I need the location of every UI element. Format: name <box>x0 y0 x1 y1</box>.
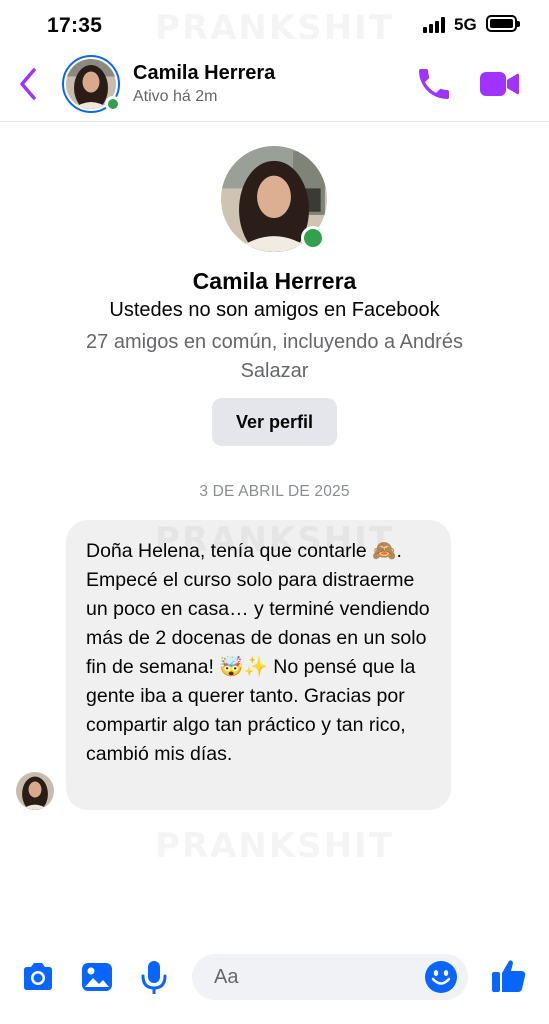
voice-message-button[interactable] <box>140 960 168 1001</box>
image-gallery-icon <box>82 963 112 991</box>
view-profile-button[interactable]: Ver perfil <box>212 398 337 446</box>
message-bubble[interactable]: Doña Helena, tenía que contarle 🙈. Empec… <box>66 520 451 810</box>
cellular-signal-icon <box>423 17 447 33</box>
battery-icon <box>486 15 520 32</box>
camera-button[interactable] <box>20 960 56 999</box>
watermark: PRANKSHIT <box>0 826 549 866</box>
emoji-button[interactable] <box>424 960 458 994</box>
like-button[interactable] <box>490 957 528 995</box>
video-call-button[interactable] <box>478 64 520 104</box>
online-status-dot <box>301 226 325 250</box>
mutual-friends: 27 amigos en común, incluyendo a Andrés … <box>86 331 463 382</box>
back-button[interactable] <box>12 64 46 104</box>
conversation-header: Camila Herrera Ativo há 2m <box>0 52 549 122</box>
status-bar: 17:35 5G <box>0 0 549 52</box>
camera-icon <box>24 963 52 990</box>
gallery-button[interactable] <box>80 960 114 999</box>
video-camera-icon <box>480 72 519 96</box>
date-separator: 3 DE ABRIL DE 2025 <box>199 483 350 500</box>
online-status-dot <box>105 96 121 112</box>
thumbs-up-icon <box>492 960 526 992</box>
message-composer <box>0 946 549 1008</box>
active-status: Ativo há 2m <box>133 88 218 105</box>
status-time: 17:35 <box>47 14 103 37</box>
friendship-status: Ustedes no son amigos en Facebook <box>109 299 440 321</box>
smiley-icon <box>425 961 457 993</box>
chevron-left-icon <box>20 68 36 100</box>
message-sender-avatar[interactable] <box>16 772 54 810</box>
message-text: Doña Helena, tenía que contarle 🙈. Empec… <box>86 540 430 765</box>
phone-icon <box>419 69 449 99</box>
call-button[interactable] <box>414 64 454 104</box>
contact-name[interactable]: Camila Herrera <box>133 62 275 85</box>
microphone-icon <box>141 961 167 994</box>
profile-name: Camila Herrera <box>192 268 357 294</box>
avatar <box>16 772 54 810</box>
network-label: 5G <box>454 15 477 34</box>
